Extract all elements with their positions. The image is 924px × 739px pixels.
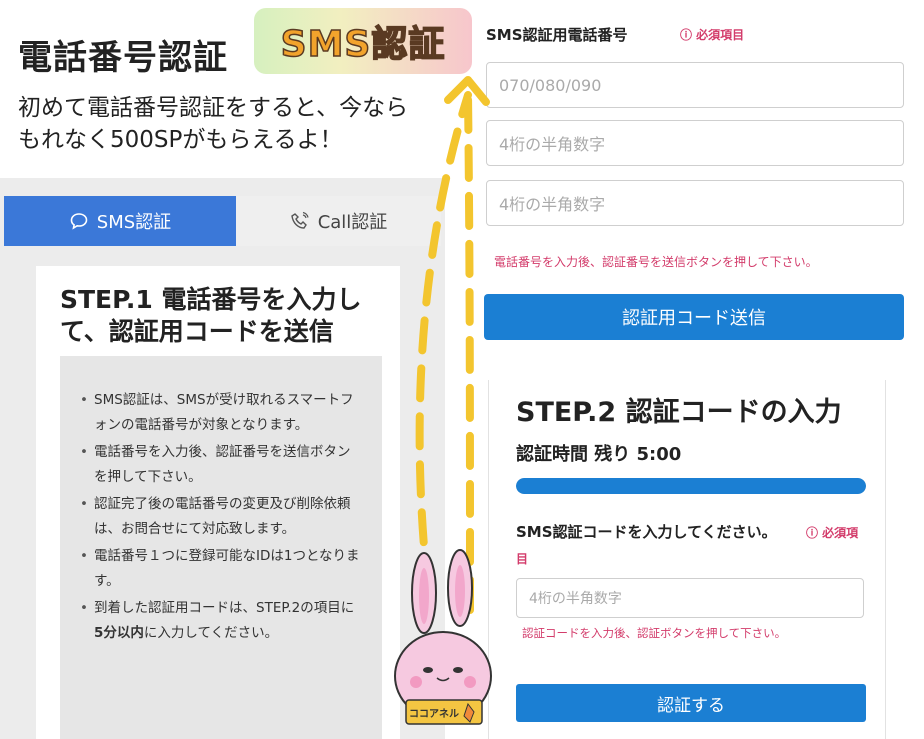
step2-title: STEP.2 認証コードの入力 <box>516 397 842 428</box>
phone-field-label: SMS認証用電話番号 <box>486 26 628 44</box>
code-input[interactable]: 4桁の半角数字 <box>516 578 864 618</box>
list-item: 到着した認証用コードは、STEP.2の項目に 5分以内に入力してください。 <box>80 596 362 646</box>
tab-sms[interactable]: SMS認証 <box>4 196 236 246</box>
list-item-emphasis: 5分以内 <box>94 625 144 641</box>
step1-notes-list: SMS認証は、SMSが受け取れるスマートフォンの電話番号が対象となります。 電話… <box>80 388 362 648</box>
sticker-text: SMS認証 <box>280 23 446 66</box>
tab-call-label: Call認証 <box>317 212 388 233</box>
mascot-sign-text: ココアネル <box>409 708 459 720</box>
list-item: 電話番号を入力後、認証番号を送信ボタンを押して下さい。 <box>80 440 362 490</box>
list-item-text: 到着した認証用コードは、STEP.2の項目に <box>94 600 355 616</box>
timer-progress-fill <box>516 478 866 494</box>
list-item: 認証完了後の電話番号の変更及び削除依頼は、お問合せにて対応致します。 <box>80 492 362 542</box>
phone-input-3[interactable]: 4桁の半角数字 <box>486 180 904 226</box>
list-item: 電話番号１つに登録可能なIDは1つとなります。 <box>80 544 362 594</box>
list-item-text: に入力してください。 <box>143 625 279 641</box>
tab-sms-label: SMS認証 <box>96 212 172 233</box>
chat-bubble-icon <box>69 211 89 231</box>
list-item: SMS認証は、SMSが受け取れるスマートフォンの電話番号が対象となります。 <box>80 388 362 438</box>
timer-text: 認証時間 残り 5:00 <box>516 444 682 465</box>
required-badge: ⓘ 必須項 <box>806 526 859 540</box>
dashed-arrow-right <box>464 91 474 614</box>
step1-title: STEP.1 電話番号を入力して、認証用コードを送信 <box>60 285 362 346</box>
page-title: 電話番号認証 <box>18 38 228 78</box>
timer-progress-bar <box>516 478 866 494</box>
verify-button[interactable]: 認証する <box>516 684 866 722</box>
send-code-button[interactable]: 認証用コード送信 <box>484 294 904 340</box>
required-badge: ⓘ 必須項目 <box>680 28 745 42</box>
required-badge-wrap: 目 <box>516 552 529 566</box>
code-field-label: SMS認証コードを入力してください。 <box>516 523 777 541</box>
phone-icon <box>290 211 310 231</box>
promo-text-line2: もれなく500SPがもらえるよ！ <box>18 127 343 153</box>
tab-call[interactable]: Call認証 <box>236 196 441 246</box>
phone-input[interactable]: 070/080/090 <box>486 62 904 108</box>
form-note: 電話番号を入力後、認証番号を送信ボタンを押して下さい。 <box>494 255 818 269</box>
phone-input-2[interactable]: 4桁の半角数字 <box>486 120 904 166</box>
bunny-mascot-icon: ココアネル <box>394 549 492 725</box>
code-note: 認証コードを入力後、認証ボタンを押して下さい。 <box>522 626 787 640</box>
promo-text-line1: 初めて電話番号認証をすると、今なら <box>18 95 409 121</box>
sms-sticker: SMS認証 <box>254 8 472 74</box>
